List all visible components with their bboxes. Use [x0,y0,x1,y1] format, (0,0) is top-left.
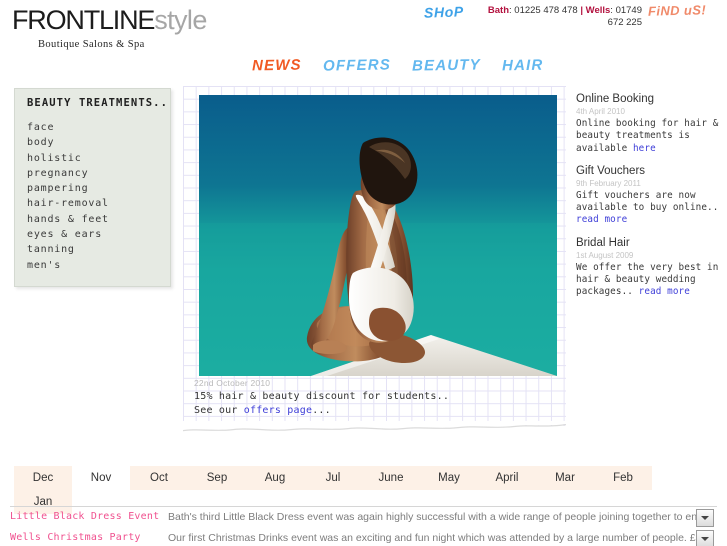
hero-date: 22nd October 2010 [194,378,271,388]
sidebar-item-tanning[interactable]: tanning [27,242,170,257]
hero-ellipsis: ... [312,404,331,416]
news-item-bridal-hair: Bridal Hair 1st August 2009 We offer the… [576,236,722,299]
news-link[interactable]: read more [576,214,627,225]
tab-month-june[interactable]: June [362,466,420,490]
nav-item-news[interactable]: NEWS [252,57,302,75]
logo-wordmark: FRONTLINEstyle [12,6,242,35]
shop-link[interactable]: SHoP [424,3,464,20]
news-date: 9th February 2011 [576,178,641,188]
news-item-gift-vouchers: Gift Vouchers 9th February 2011 Gift vou… [576,164,722,227]
tab-month-aug[interactable]: Aug [246,466,304,490]
sidebar-item-mens[interactable]: men's [27,258,170,273]
tab-month-april[interactable]: April [478,466,536,490]
hero-photo [199,95,557,376]
tab-spacer [652,466,710,490]
archive-row-title[interactable]: Wells Christmas Party [10,528,160,546]
sidebar-item-face[interactable]: face [27,120,170,135]
news-item-online-booking: Online Booking 4th April 2010 Online boo… [576,92,722,155]
tab-month-oct[interactable]: Oct [130,466,188,490]
sidebar-list: face body holistic pregnancy pampering h… [15,120,170,273]
archive-row-dropdown[interactable] [696,530,714,546]
tab-month-may[interactable]: May [420,466,478,490]
tab-month-mar[interactable]: Mar [536,466,594,490]
hero-see-our-prefix: See our [194,404,244,416]
hero-offers-page-link[interactable]: offers page [244,405,312,416]
logo-style-text: style [154,5,207,35]
news-body: We offer the very best in hair & beauty … [576,262,722,299]
bath-phone-number: 01225 478 478 [514,5,578,16]
sidebar-item-body[interactable]: body [27,135,170,150]
logo-tagline: Boutique Salons & Spa [38,39,145,50]
hero-headline: 15% hair & beauty discount for students.… [194,391,450,402]
archive-table: Little Black Dress Event Bath's third Li… [10,506,717,546]
bath-phone-label: Bath [487,5,510,16]
hero-caption: 22nd October 2010 15% hair & beauty disc… [194,378,564,417]
nav-item-beauty[interactable]: BEAUTY [412,56,481,74]
archive-row-description: Bath's third Little Black Dress event wa… [168,511,696,523]
contact-phone-numbers: Bath: 01225 478 478 | Wells: 01749 672 2… [482,5,642,28]
news-date: 1st August 2009 [576,250,634,260]
phone-separator: | [580,5,584,16]
sidebar-item-holistic[interactable]: holistic [27,151,170,166]
news-title[interactable]: Online Booking [576,92,722,106]
tab-month-nov[interactable]: Nov [72,466,130,490]
beauty-treatments-sidebar: BEAUTY TREATMENTS.. face body holistic p… [14,88,171,287]
torn-paper-edge [183,421,566,435]
tab-month-feb[interactable]: Feb [594,466,652,490]
tab-month-sep[interactable]: Sep [188,466,246,490]
site-logo[interactable]: FRONTLINEstyle Boutique Salons & Spa [12,6,242,51]
nav-item-hair[interactable]: HAIR [502,57,544,75]
main-navigation: NEWS OFFERS BEAUTY HAIR [252,56,544,75]
table-row: Little Black Dress Event Bath's third Li… [10,507,717,528]
sidebar-item-pregnancy[interactable]: pregnancy [27,166,170,181]
news-body: Online booking for hair & beauty treatme… [576,118,722,155]
archive-row-description: Our first Christmas Drinks event was an … [168,532,696,544]
news-column: Online Booking 4th April 2010 Online boo… [576,92,722,308]
nav-item-offers[interactable]: OFFERS [323,56,391,74]
sidebar-item-hands-feet[interactable]: hands & feet [27,212,170,227]
site-header: FRONTLINEstyle Boutique Salons & Spa SHo… [0,0,727,50]
sidebar-item-hair-removal[interactable]: hair-removal [27,196,170,211]
news-date: 4th April 2010 [576,107,625,116]
hero-text: 15% hair & beauty discount for students.… [194,390,564,417]
news-title[interactable]: Bridal Hair [576,236,722,250]
archive-row-dropdown[interactable] [696,509,714,527]
news-title[interactable]: Gift Vouchers [576,164,722,178]
tab-month-jul[interactable]: Jul [304,466,362,490]
wells-phone-label: Wells [585,5,611,16]
news-link[interactable]: here [633,143,656,154]
news-link[interactable]: read more [639,286,690,297]
news-body-text: Gift vouchers are now available to buy o… [576,189,719,214]
news-body: Gift vouchers are now available to buy o… [576,190,722,227]
sidebar-item-pampering[interactable]: pampering [27,181,170,196]
tab-month-dec[interactable]: Dec [14,466,72,490]
sidebar-title: BEAUTY TREATMENTS.. [27,97,169,109]
archive-row-title[interactable]: Little Black Dress Event [10,507,160,527]
logo-frontline-text: FRONTLINE [12,5,155,35]
table-row: Wells Christmas Party Our first Christma… [10,528,717,546]
sidebar-item-eyes-ears[interactable]: eyes & ears [27,227,170,242]
find-us-link[interactable]: FiND uS! [648,2,706,19]
